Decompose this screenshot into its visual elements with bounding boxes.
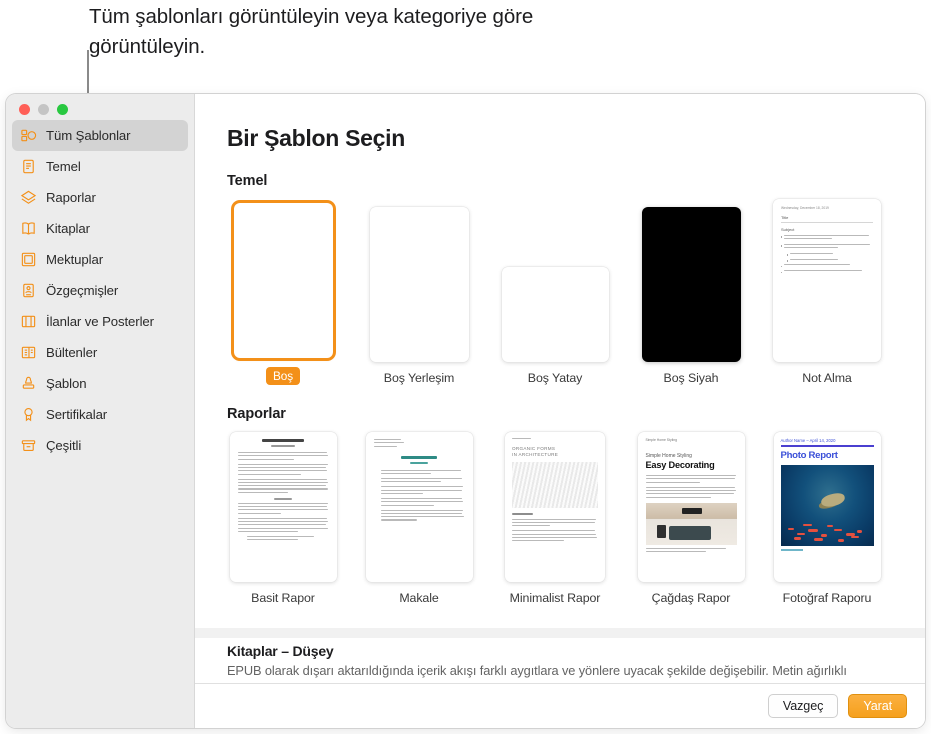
template-label: Not Alma <box>802 371 851 385</box>
thumb-simple-report <box>230 432 337 582</box>
sidebar-item-label: İlanlar ve Posterler <box>46 314 154 329</box>
template-label: Makale <box>399 591 438 605</box>
sidebar-item-label: Raporlar <box>46 190 96 205</box>
sidebar-item-2[interactable]: Raporlar <box>12 182 188 213</box>
all-templates-icon <box>20 127 37 144</box>
thumb-essay <box>366 432 473 582</box>
template-cell[interactable]: Boş Yatay <box>487 267 623 385</box>
page-title: Bir Şablon Seçin <box>195 94 925 152</box>
window-traffic-lights <box>19 104 68 115</box>
reports-icon <box>20 189 37 206</box>
minimize-button[interactable] <box>38 104 49 115</box>
sidebar-item-8[interactable]: Şablon <box>12 368 188 399</box>
template-thumbnail[interactable] <box>234 203 333 358</box>
template-chooser-window: Tüm Şablonlar Temel Raporlar Kitaplar Mektup… <box>6 94 925 728</box>
sidebar-item-9[interactable]: Sertifikalar <box>12 399 188 430</box>
newsletters-icon <box>20 344 37 361</box>
sidebar-list: Tüm Şablonlar Temel Raporlar Kitaplar Mektup… <box>6 120 194 461</box>
books-icon <box>20 220 37 237</box>
sidebar: Tüm Şablonlar Temel Raporlar Kitaplar Mektup… <box>6 94 195 728</box>
section-title-temel: Temel <box>195 152 925 189</box>
template-label: Boş Yerleşim <box>384 371 454 385</box>
template-label: Fotoğraf Raporu <box>783 591 872 605</box>
create-button[interactable]: Yarat <box>848 694 907 718</box>
template-label: Minimalist Rapor <box>510 591 601 605</box>
section-title-raporlar: Raporlar <box>195 385 925 422</box>
template-label: Boş Yatay <box>528 371 582 385</box>
main-content: Bir Şablon Seçin Temel BoşBoş YerleşimBo… <box>195 94 925 728</box>
basic-document-icon <box>20 158 37 175</box>
template-thumbnail[interactable]: Author Name – April 14, 2020Photo Report <box>774 432 881 582</box>
template-label: Çağdaş Rapor <box>652 591 731 605</box>
sidebar-item-label: Tüm Şablonlar <box>46 128 130 143</box>
stamp-icon <box>20 375 37 392</box>
sidebar-item-6[interactable]: İlanlar ve Posterler <box>12 306 188 337</box>
scroll-fade-band <box>195 628 925 638</box>
template-cell[interactable]: Simple Home StylingSimple Home StylingEa… <box>623 432 759 605</box>
template-cell[interactable]: Boş <box>215 203 351 385</box>
close-button[interactable] <box>19 104 30 115</box>
zoom-button[interactable] <box>57 104 68 115</box>
template-cell-partial[interactable] <box>895 455 925 605</box>
resumes-icon <box>20 282 37 299</box>
template-cell[interactable]: Boş Yerleşim <box>351 207 487 385</box>
template-cell[interactable]: Wednesday, December 18, 2019TitleSubject… <box>759 199 895 385</box>
template-cell-partial[interactable] <box>895 222 925 385</box>
thumb-minimalist-report: ORGANIC FORMSIN ARCHITECTURE <box>505 432 605 582</box>
template-thumbnail[interactable]: ORGANIC FORMSIN ARCHITECTURE <box>505 432 605 582</box>
template-info-description: EPUB olarak dışarı aktarıldığında içerik… <box>227 663 925 678</box>
callout-text: Tüm şablonları görüntüleyin veya kategor… <box>89 2 559 62</box>
sidebar-item-label: Kitaplar <box>46 221 90 236</box>
template-label: Basit Rapor <box>251 591 315 605</box>
sidebar-item-3[interactable]: Kitaplar <box>12 213 188 244</box>
template-thumbnail[interactable] <box>502 267 609 362</box>
sidebar-item-label: Şablon <box>46 376 86 391</box>
thumb-photo-report: Author Name – April 14, 2020Photo Report <box>774 432 881 582</box>
template-cell[interactable]: Author Name – April 14, 2020Photo Report… <box>759 432 895 605</box>
sidebar-item-4[interactable]: Mektuplar <box>12 244 188 275</box>
template-thumbnail[interactable] <box>642 207 741 362</box>
template-label: Boş <box>266 367 300 385</box>
cancel-button[interactable]: Vazgeç <box>768 694 838 718</box>
template-thumbnail[interactable]: Wednesday, December 18, 2019TitleSubject <box>773 199 881 362</box>
sidebar-item-10[interactable]: Çeşitli <box>12 430 188 461</box>
thumb-modern-report: Simple Home StylingSimple Home StylingEa… <box>638 432 745 582</box>
template-scroll-area[interactable]: Bir Şablon Seçin Temel BoşBoş YerleşimBo… <box>195 94 925 638</box>
sidebar-item-0[interactable]: Tüm Şablonlar <box>12 120 188 151</box>
template-info-panel: Kitaplar – Düşey EPUB olarak dışarı akta… <box>195 638 925 684</box>
certificates-icon <box>20 406 37 423</box>
template-thumbnail[interactable] <box>366 432 473 582</box>
template-thumbnail[interactable]: Simple Home StylingSimple Home StylingEa… <box>638 432 745 582</box>
template-thumbnail[interactable] <box>370 207 469 362</box>
thumb-note-taking: Wednesday, December 18, 2019TitleSubject <box>773 199 881 362</box>
sidebar-item-label: Sertifikalar <box>46 407 107 422</box>
screenshot-root: Tüm şablonları görüntüleyin veya kategor… <box>0 0 931 734</box>
template-cell[interactable]: Makale <box>351 432 487 605</box>
dialog-action-bar: Vazgeç Yarat <box>195 684 925 728</box>
misc-icon <box>20 437 37 454</box>
sidebar-item-label: Temel <box>46 159 81 174</box>
sidebar-item-label: Çeşitli <box>46 438 81 453</box>
sidebar-item-label: Özgeçmişler <box>46 283 118 298</box>
template-label: Boş Siyah <box>664 371 719 385</box>
template-thumbnail[interactable] <box>230 432 337 582</box>
template-row-temel: Boş Boş Yerleşim Boş Yatay Boş Siyah Wednesd… <box>195 199 925 385</box>
letters-icon <box>20 251 37 268</box>
template-row-raporlar: Basit Rapor Makale ORGANIC FORMSIN ARCHITE… <box>195 432 925 605</box>
sidebar-item-5[interactable]: Özgeçmişler <box>12 275 188 306</box>
sidebar-item-label: Bültenler <box>46 345 97 360</box>
sidebar-item-7[interactable]: Bültenler <box>12 337 188 368</box>
template-info-heading: Kitaplar – Düşey <box>227 643 925 659</box>
template-cell[interactable]: ORGANIC FORMSIN ARCHITECTURE Minimalist R… <box>487 432 623 605</box>
flyers-posters-icon <box>20 313 37 330</box>
sidebar-item-1[interactable]: Temel <box>12 151 188 182</box>
template-cell[interactable]: Basit Rapor <box>215 432 351 605</box>
template-cell[interactable]: Boş Siyah <box>623 207 759 385</box>
sidebar-item-label: Mektuplar <box>46 252 103 267</box>
